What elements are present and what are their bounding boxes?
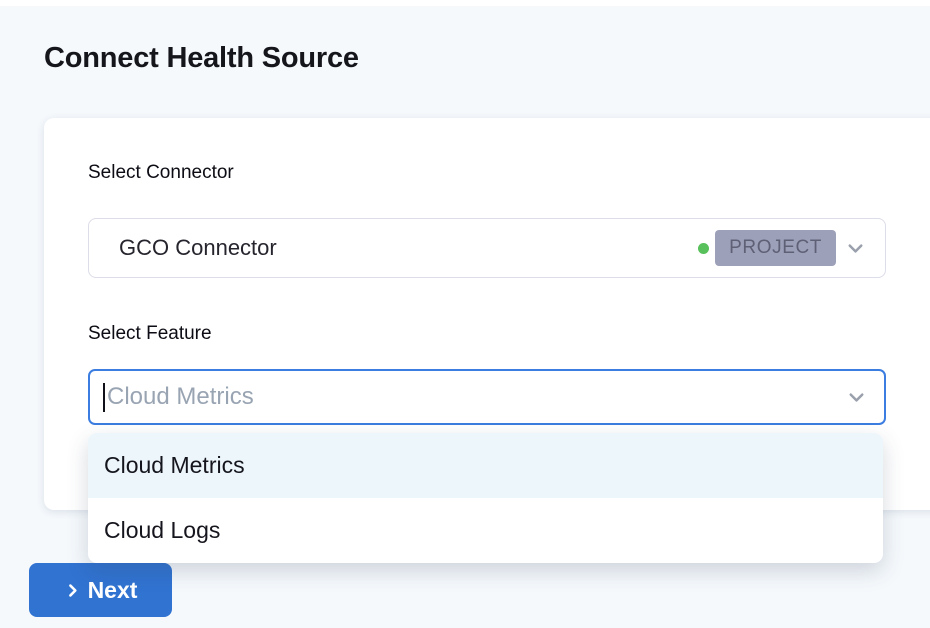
feature-input-placeholder: Cloud Metrics [107, 383, 254, 411]
chevron-right-icon [64, 582, 81, 599]
option-cloud-metrics[interactable]: Cloud Metrics [88, 433, 883, 498]
text-caret [103, 383, 105, 412]
connector-selected-value: GCO Connector [119, 235, 277, 261]
project-scope-badge: PROJECT [715, 230, 836, 266]
green-status-dot-icon [698, 243, 709, 254]
next-button-label: Next [88, 577, 138, 604]
feature-options-menu: Cloud Metrics Cloud Logs [88, 433, 883, 563]
option-cloud-logs[interactable]: Cloud Logs [88, 498, 883, 563]
chevron-down-icon [845, 386, 868, 409]
connector-select[interactable]: GCO Connector PROJECT [88, 218, 886, 278]
next-button[interactable]: Next [29, 563, 172, 617]
chevron-down-icon [844, 237, 867, 260]
connector-field-label: Select Connector [88, 162, 234, 184]
connector-select-meta: PROJECT [698, 230, 867, 266]
page-title: Connect Health Source [44, 42, 359, 75]
top-edge-strip [0, 0, 930, 6]
feature-select-input[interactable]: Cloud Metrics [88, 369, 886, 425]
feature-field-label: Select Feature [88, 323, 212, 345]
